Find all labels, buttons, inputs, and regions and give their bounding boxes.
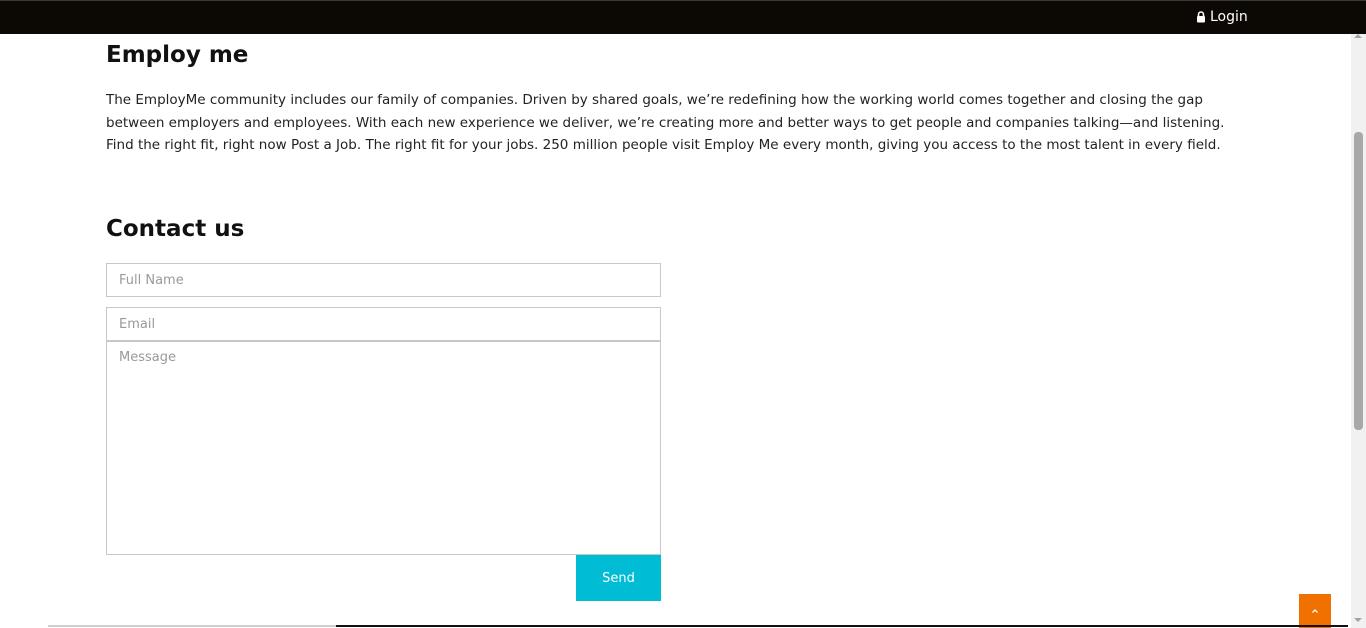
- full-name-input[interactable]: [106, 263, 661, 297]
- back-to-top-button[interactable]: [1299, 594, 1331, 628]
- scroll-up-arrow-icon[interactable]: [1354, 34, 1362, 38]
- about-title: Employ me: [106, 42, 249, 68]
- email-input[interactable]: [106, 307, 661, 341]
- top-navbar: Login: [0, 0, 1366, 34]
- login-link[interactable]: Login: [1196, 9, 1248, 25]
- page-scrollbar[interactable]: [1351, 34, 1366, 628]
- contact-title: Contact us: [106, 216, 245, 242]
- about-text: The EmployMe community includes our fami…: [106, 92, 1225, 153]
- scrollbar-thumb[interactable]: [1354, 132, 1363, 430]
- lock-icon: [1196, 11, 1206, 23]
- login-label: Login: [1210, 9, 1248, 25]
- send-button[interactable]: Send: [576, 555, 661, 601]
- chevron-up-icon: [1312, 609, 1318, 613]
- message-textarea[interactable]: [106, 341, 661, 555]
- footer-divider-light: [48, 625, 336, 627]
- scroll-down-arrow-icon[interactable]: [1354, 618, 1362, 622]
